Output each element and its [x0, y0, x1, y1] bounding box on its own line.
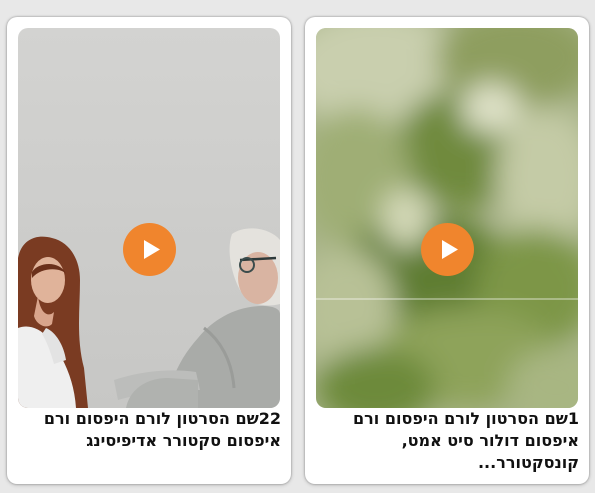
video-card-1: 1שם הסרטון לורם היפסום ורם איפסום דולור … [305, 17, 589, 484]
play-icon [420, 222, 474, 276]
play-icon [122, 222, 176, 276]
video-card-2: 22שם הסרטון לורם היפסום ורם איפסום סקטור… [7, 17, 291, 484]
blurred-foliage-image [316, 28, 578, 408]
video-title-1[interactable]: 1שם הסרטון לורם היפסום ורם איפסום דולור … [315, 408, 579, 474]
video-thumbnail-2[interactable] [18, 28, 280, 408]
two-women-photo [18, 28, 280, 408]
video-title-2[interactable]: 22שם הסרטון לורם היפסום ורם איפסום סקטור… [17, 408, 281, 452]
video-thumbnail-1[interactable] [316, 28, 578, 408]
play-button-1[interactable] [420, 222, 474, 276]
play-button-2[interactable] [122, 222, 176, 276]
